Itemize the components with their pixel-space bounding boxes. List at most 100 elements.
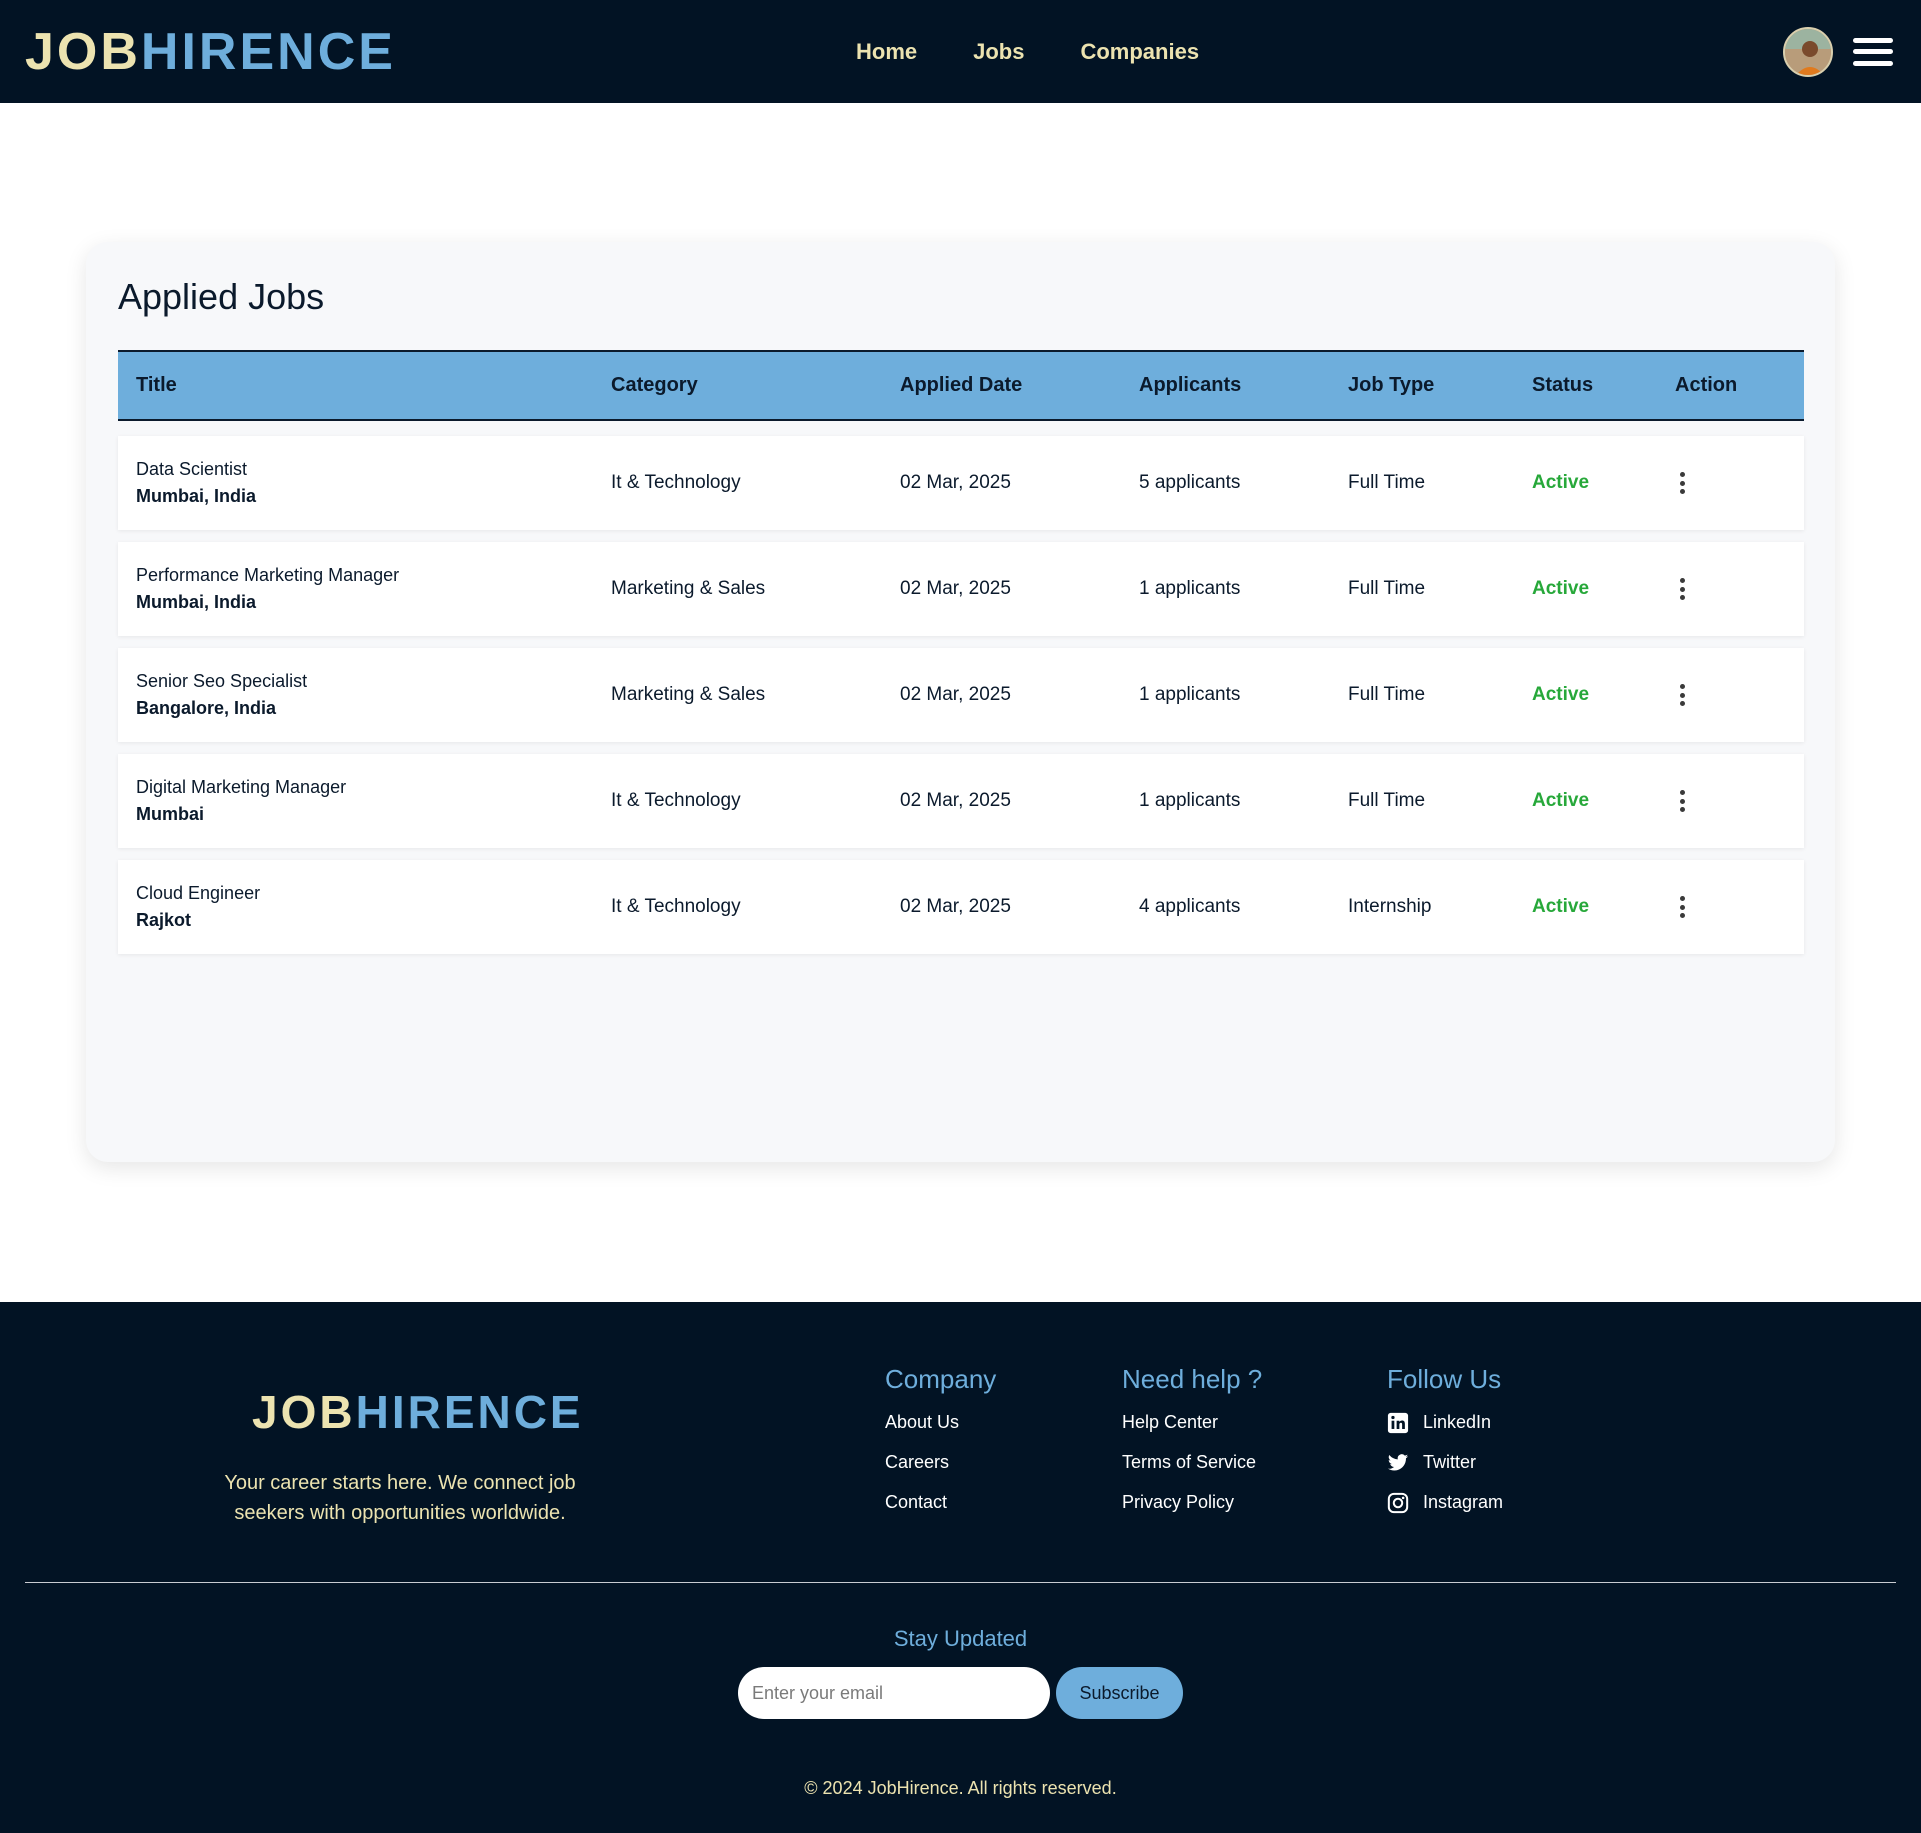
footer-link-about-us[interactable]: About Us (885, 1411, 996, 1434)
linkedin-label: LinkedIn (1423, 1412, 1492, 1432)
job-category: It & Technology (611, 896, 741, 917)
nav-jobs-link[interactable]: Jobs (973, 39, 1024, 65)
applicants-count: 1 applicants (1139, 790, 1241, 811)
kebab-menu-icon[interactable] (1676, 684, 1688, 706)
row-action (1676, 860, 1688, 954)
job-title: Digital Marketing Manager (136, 777, 347, 797)
job-type: Full Time (1348, 790, 1426, 811)
job-category: Marketing & Sales (611, 684, 766, 705)
footer-company-heading: Company (885, 1364, 997, 1394)
kebab-menu-icon[interactable] (1676, 896, 1688, 918)
table-row[interactable]: Cloud Engineer Rajkot It & Technology 02… (118, 860, 1804, 954)
stay-updated-heading: Stay Updated (893, 1626, 1028, 1651)
row-action (1676, 754, 1688, 848)
applied-date: 02 Mar, 2025 (900, 896, 1011, 917)
footer-logo[interactable]: JOBHIRENCE (252, 1385, 584, 1439)
column-header-applied-date: Applied Date (900, 374, 1023, 396)
logo-part-job: JOB (25, 22, 141, 81)
applied-date: 02 Mar, 2025 (900, 684, 1011, 705)
table-row[interactable]: Data Scientist Mumbai, India It & Techno… (118, 436, 1804, 530)
user-avatar[interactable] (1783, 26, 1833, 77)
job-type: Full Time (1348, 578, 1426, 599)
job-location: Mumbai (136, 804, 205, 824)
applicants-count: 5 applicants (1139, 472, 1241, 493)
footer-help-column: Need help ? Help Center Terms of Service… (1122, 1364, 1262, 1531)
job-type: Full Time (1348, 684, 1426, 705)
column-header-applicants: Applicants (1139, 374, 1242, 396)
job-location: Mumbai, India (136, 592, 257, 612)
job-title-cell: Performance Marketing Manager Mumbai, In… (136, 542, 399, 636)
status-badge: Active (1532, 896, 1590, 917)
footer-link-privacy[interactable]: Privacy Policy (1122, 1491, 1262, 1514)
footer-link-twitter[interactable]: Twitter (1387, 1451, 1503, 1474)
applied-date: 02 Mar, 2025 (900, 790, 1011, 811)
status-badge: Active (1532, 684, 1590, 705)
applicants-count: 4 applicants (1139, 896, 1241, 917)
footer-link-linkedin[interactable]: LinkedIn (1387, 1411, 1503, 1434)
job-location: Mumbai, India (136, 486, 257, 506)
job-title: Performance Marketing Manager (136, 565, 400, 585)
row-action (1676, 648, 1688, 742)
job-category: Marketing & Sales (611, 578, 766, 599)
footer-link-contact[interactable]: Contact (885, 1491, 996, 1514)
column-header-category: Category (611, 374, 698, 396)
kebab-menu-icon[interactable] (1676, 790, 1688, 812)
status-badge: Active (1532, 578, 1590, 599)
footer-logo-part-hirence: HIRENCE (355, 1386, 584, 1438)
footer-link-terms[interactable]: Terms of Service (1122, 1451, 1262, 1474)
copyright-text: © 2024 JobHirence. All rights reserved. (804, 1778, 1117, 1798)
applicants-count: 1 applicants (1139, 578, 1241, 599)
newsletter-email-input[interactable] (738, 1667, 1050, 1719)
applicants-count: 1 applicants (1139, 684, 1241, 705)
job-title: Senior Seo Specialist (136, 671, 308, 691)
linkedin-icon (1387, 1412, 1409, 1433)
applied-jobs-card: Applied Jobs Title Category Applied Date… (86, 242, 1835, 1162)
status-badge: Active (1532, 790, 1590, 811)
footer-follow-heading: Follow Us (1387, 1364, 1502, 1394)
top-navbar: JOBHIRENCE Home Jobs Companies (0, 0, 1921, 103)
footer-help-heading: Need help ? (1122, 1364, 1263, 1394)
applied-date: 02 Mar, 2025 (900, 578, 1011, 599)
main-nav: Home Jobs Companies (856, 0, 1199, 103)
table-header: Title Category Applied Date Applicants J… (118, 350, 1804, 421)
job-title: Data Scientist (136, 459, 248, 479)
table-row[interactable]: Performance Marketing Manager Mumbai, In… (118, 542, 1804, 636)
job-category: It & Technology (611, 790, 741, 811)
table-row[interactable]: Senior Seo Specialist Bangalore, India M… (118, 648, 1804, 742)
job-title: Cloud Engineer (136, 883, 261, 903)
page-title: Applied Jobs (118, 276, 325, 317)
subscribe-button[interactable]: Subscribe (1056, 1667, 1183, 1719)
job-title-cell: Senior Seo Specialist Bangalore, India (136, 648, 307, 742)
footer-divider (25, 1582, 1896, 1583)
job-category: It & Technology (611, 472, 741, 493)
applied-date: 02 Mar, 2025 (900, 472, 1011, 493)
avatar-image (1785, 28, 1831, 75)
job-type: Internship (1348, 896, 1432, 917)
twitter-icon (1387, 1453, 1409, 1471)
column-header-action: Action (1675, 374, 1738, 396)
footer-tagline: Your career starts here. We connect job … (224, 1472, 576, 1524)
kebab-menu-icon[interactable] (1676, 578, 1688, 600)
kebab-menu-icon[interactable] (1676, 472, 1688, 494)
job-location: Bangalore, India (136, 698, 277, 718)
footer-link-help-center[interactable]: Help Center (1122, 1411, 1262, 1434)
footer-company-column: Company About Us Careers Contact (885, 1364, 996, 1531)
column-header-job-type: Job Type (1348, 374, 1435, 396)
row-action (1676, 542, 1688, 636)
footer-link-careers[interactable]: Careers (885, 1451, 996, 1474)
footer-link-instagram[interactable]: Instagram (1387, 1491, 1503, 1514)
footer-follow-column: Follow Us LinkedIn Twitter Instagram (1387, 1364, 1503, 1531)
job-title-cell: Digital Marketing Manager Mumbai (136, 754, 346, 848)
twitter-label: Twitter (1423, 1452, 1477, 1472)
nav-companies-link[interactable]: Companies (1080, 39, 1199, 65)
brand-logo[interactable]: JOBHIRENCE (25, 26, 396, 78)
nav-home-link[interactable]: Home (856, 39, 917, 65)
logo-part-hirence: HIRENCE (140, 22, 396, 81)
job-type: Full Time (1348, 472, 1426, 493)
instagram-label: Instagram (1423, 1492, 1504, 1512)
job-title-cell: Data Scientist Mumbai, India (136, 436, 256, 530)
job-title-cell: Cloud Engineer Rajkot (136, 860, 260, 954)
table-row[interactable]: Digital Marketing Manager Mumbai It & Te… (118, 754, 1804, 848)
instagram-icon (1387, 1492, 1409, 1513)
hamburger-menu-icon[interactable] (1853, 37, 1893, 66)
